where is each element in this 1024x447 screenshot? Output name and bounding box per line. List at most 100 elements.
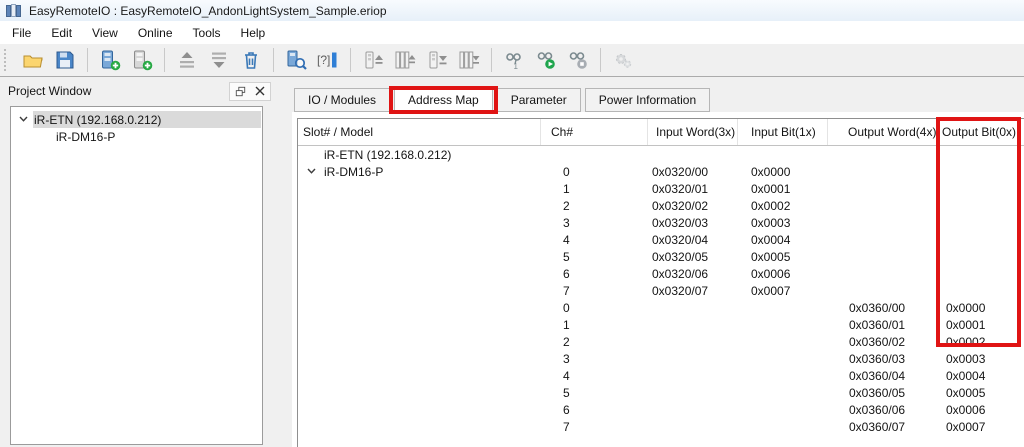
model-label: iR-ETN (192.168.0.212) [324,147,452,162]
scan-modules-button[interactable] [281,46,311,74]
move-down-icon [212,52,226,68]
cell-output-word: 0x0360/00 [849,300,906,315]
table-row[interactable]: iR-ETN (192.168.0.212) [298,146,1024,163]
table-row[interactable]: 3 0x0360/03 0x0003 [298,350,1024,367]
column-header-input-word-3x: Input Word(3x) [648,119,738,145]
upload-module-button[interactable] [358,46,388,74]
menu-item-edit[interactable]: Edit [41,23,82,43]
toolbar: [?] 1 [0,44,1024,77]
cell-input-bit: 0x0006 [751,266,791,281]
cell-ch: 2 [563,334,570,349]
cell-input-word: 0x0320/07 [652,283,709,298]
connect-icon: 1 [506,53,521,71]
cell-ch: 4 [563,232,570,247]
svg-text:[?]: [?] [317,53,330,67]
tab-parameter[interactable]: Parameter [496,88,581,112]
table-row[interactable]: 7 0x0320/07 0x0007 [298,282,1024,299]
cell-output-bit: 0x0006 [946,402,986,417]
go-online-button[interactable] [531,46,561,74]
address-map-table: Slot# / Model Ch# Input Word(3x) Input Bit(… [297,118,1024,447]
toolbar-separator [87,48,88,72]
io-address-config-button[interactable]: [?] [313,46,343,74]
menu-item-file[interactable]: File [2,23,41,43]
tab-bar: IO / Modules Address Map Parameter Power In… [294,88,711,112]
cell-input-word: 0x0320/02 [652,198,709,213]
cell-ch: 1 [563,317,570,332]
tree-item-ir-etn-192-168-0-212[interactable]: iR-ETN (192.168.0.212) [11,111,262,128]
cell-ch: 1 [563,181,570,196]
move-module-up-button[interactable] [172,46,202,74]
upload-all-modules-icon [395,51,416,69]
float-icon [235,86,245,96]
close-panel-button[interactable] [250,83,270,100]
cell-ch: 5 [563,249,570,264]
column-header-output-bit-0x: Output Bit(0x) [942,125,1017,139]
table-row[interactable]: 2 0x0320/02 0x0002 [298,197,1024,214]
menu-item-view[interactable]: View [82,23,128,43]
table-row[interactable]: 4 0x0360/04 0x0004 [298,367,1024,384]
table-row[interactable]: 2 0x0360/02 0x0002 [298,333,1024,350]
cell-input-bit: 0x0007 [751,283,791,298]
table-row[interactable]: 5 0x0360/05 0x0005 [298,384,1024,401]
project-window-controls [229,81,271,101]
project-window-header: Project Window [0,78,275,104]
delete-module-button[interactable] [236,46,266,74]
table-row[interactable]: 3 0x0320/03 0x0003 [298,214,1024,231]
float-panel-button[interactable] [230,83,250,100]
cell-input-word: 0x0320/03 [652,215,709,230]
add-module-button[interactable] [95,46,125,74]
tree-item-label: iR-ETN (192.168.0.212) [34,112,162,127]
table-row[interactable]: 1 0x0320/01 0x0001 [298,180,1024,197]
toolbar-separator [350,48,351,72]
cell-ch: 7 [563,283,570,298]
toolbar-grip[interactable] [4,49,12,71]
cell-model [298,231,541,248]
cell-output-bit: 0x0001 [946,317,986,332]
column-header-output-word-4x: Output Word(4x) [828,119,938,145]
download-module-button[interactable] [422,46,452,74]
tab-power-information[interactable]: Power Information [584,88,711,112]
close-icon [255,86,265,96]
cell-input-word: 0x0320/05 [652,249,709,264]
open-project-button[interactable] [18,46,48,74]
insert-module-button[interactable] [127,46,157,74]
toolbar-separator [273,48,274,72]
cell-input-word: 0x0320/01 [652,181,709,196]
online-start-icon [537,52,555,69]
table-row[interactable]: 6 0x0360/06 0x0006 [298,401,1024,418]
menu-item-online[interactable]: Online [128,23,183,43]
table-row[interactable]: 4 0x0320/04 0x0004 [298,231,1024,248]
cell-model [298,418,541,435]
table-row[interactable]: 6 0x0320/06 0x0006 [298,265,1024,282]
cell-model [298,401,541,418]
table-row[interactable]: 0 0x0360/00 0x0000 [298,299,1024,316]
table-row[interactable]: 5 0x0320/05 0x0005 [298,248,1024,265]
table-row[interactable]: 7 0x0360/07 0x0007 [298,418,1024,435]
download-all-modules-button[interactable] [454,46,484,74]
cell-model [298,333,541,350]
tab-io-modules[interactable]: IO / Modules [294,88,391,112]
table-row[interactable]: 1 0x0360/01 0x0001 [298,316,1024,333]
table-row[interactable]: iR-DM16-P 0 0x0320/00 0x0000 [298,163,1024,180]
tab-address-map[interactable]: Address Map [394,88,493,112]
cell-ch: 0 [563,300,570,315]
chevron-down-icon[interactable] [307,168,316,174]
connect-device-button[interactable]: 1 [499,46,529,74]
upload-all-modules-button[interactable] [390,46,420,74]
cell-output-bit: 0x0003 [946,351,986,366]
scan-module-icon [287,50,307,70]
move-module-down-button[interactable] [204,46,234,74]
cell-ch: 3 [563,351,570,366]
cell-input-bit: 0x0005 [751,249,791,264]
tree-item-ir-dm16-p[interactable]: iR-DM16-P [11,128,262,145]
model-label: iR-DM16-P [324,164,384,179]
app-icon [6,3,22,18]
cell-model: iR-DM16-P [298,163,541,180]
cell-ch: 3 [563,215,570,230]
go-offline-button[interactable] [563,46,593,74]
menu-item-help[interactable]: Help [231,23,276,43]
cell-model [298,282,541,299]
menu-item-tools[interactable]: Tools [183,23,231,43]
chevron-down-icon[interactable] [19,116,28,122]
save-project-button[interactable] [50,46,80,74]
